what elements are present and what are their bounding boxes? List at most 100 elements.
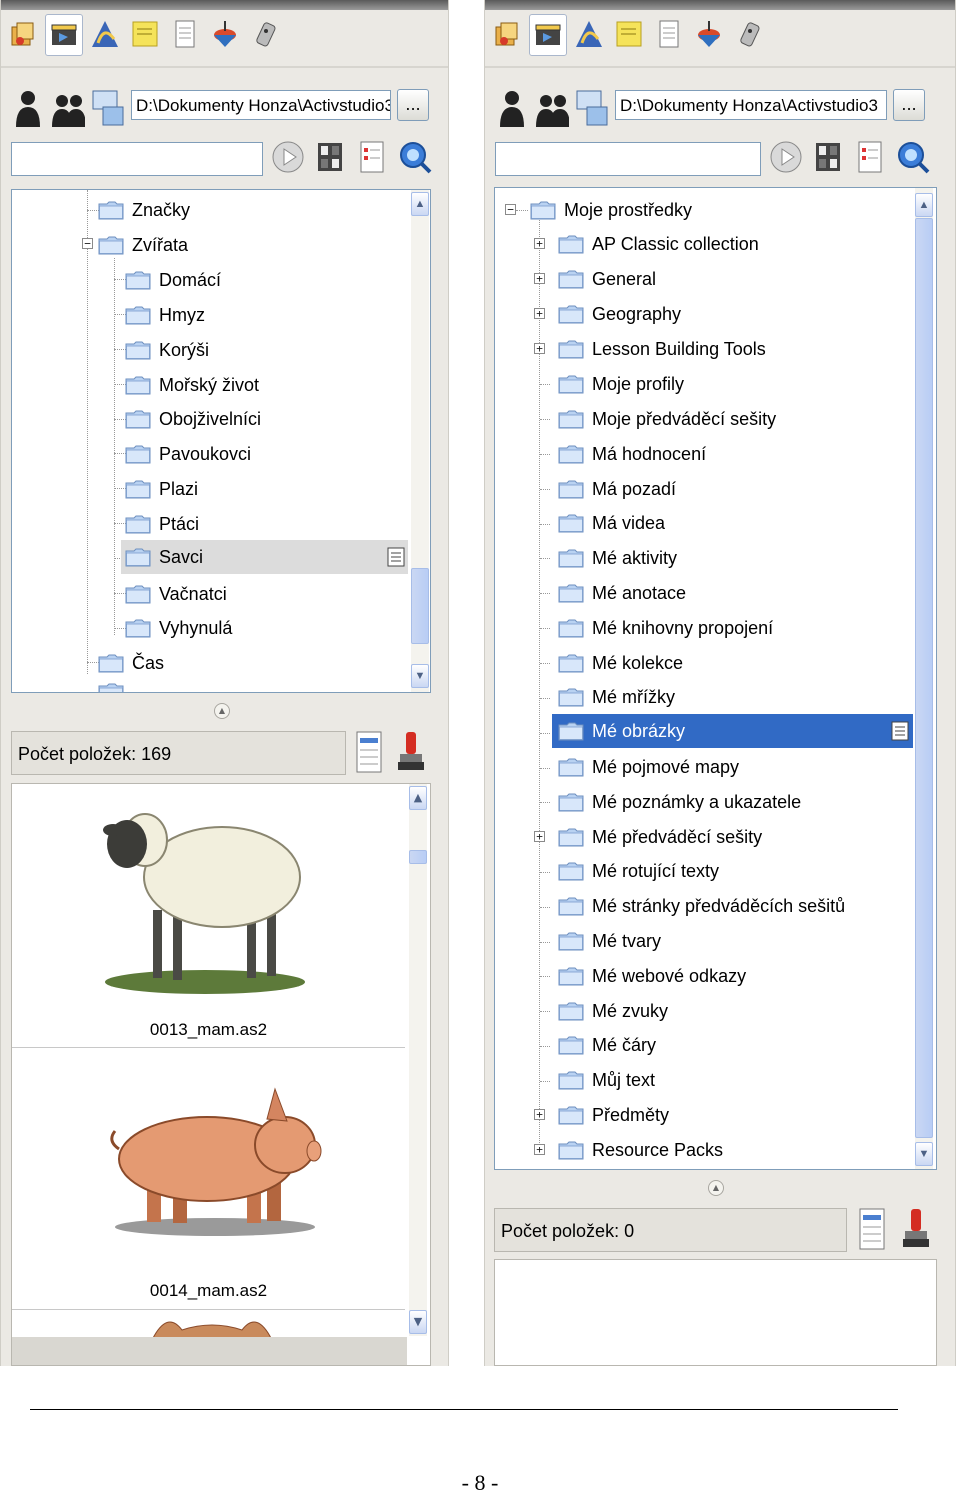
tree-item[interactable]: Plazi [125,472,198,506]
properties-list-icon[interactable] [353,730,385,778]
tree-item[interactable]: Má pozadí [558,472,676,506]
expand-toggle[interactable]: + [534,1109,545,1120]
tree-item[interactable]: Mé zvuky [558,994,668,1028]
scroll-thumb[interactable] [411,568,429,644]
tree-scrollbar[interactable]: ▲ ▼ [411,190,429,692]
tree-item[interactable]: Vyhynulá [125,611,232,645]
splitter-collapse-icon[interactable]: ▲ [708,1180,724,1196]
tree-item[interactable]: Zvířata [98,228,188,262]
user-icon[interactable] [11,83,45,127]
calculator-icon[interactable] [313,140,347,178]
tree-item[interactable]: Obojživelníci [125,402,261,436]
expand-toggle[interactable]: + [534,1144,545,1155]
tree-item[interactable]: Korýši [125,333,209,367]
collapse-toggle[interactable]: − [82,238,93,249]
computer-icon[interactable] [575,83,609,127]
writing-icon[interactable] [571,14,607,54]
tree-item[interactable]: Mé aktivity [558,541,677,575]
tree-item[interactable]: Ptáci [125,507,199,541]
tree-item[interactable]: Mé stránky předváděcích sešitů [558,889,845,923]
tree-item[interactable]: Mé kolekce [558,646,683,680]
checklist-icon[interactable] [853,140,887,178]
tree-item-selected[interactable]: Mé obrázky [552,714,913,748]
splitter-collapse-icon[interactable]: ▲ [214,703,230,719]
remote-control-icon[interactable] [247,14,283,54]
document-icon[interactable] [167,14,203,54]
spinning-top-icon[interactable] [691,14,727,54]
tree-item[interactable]: Mé poznámky a ukazatele [558,785,801,819]
tree-item[interactable]: Moje předváděcí sešity [558,402,776,436]
tree-item[interactable]: General [558,262,656,296]
tree-item[interactable]: Mé anotace [558,576,686,610]
browse-button[interactable]: ... [893,89,925,121]
tree-item[interactable]: Hmyz [125,298,205,332]
tree-item[interactable]: Mé předváděcí sešity [558,820,762,854]
tree-item[interactable]: Geography [558,297,681,331]
scroll-thumb[interactable] [915,218,933,1138]
list-item[interactable]: 0014_mam.as2 [12,1047,405,1310]
properties-icon[interactable] [386,547,406,567]
media-icon[interactable] [529,14,567,56]
tree-item[interactable]: Lesson Building Tools [558,332,766,366]
resources-icon[interactable] [5,14,41,54]
stamp-icon[interactable] [395,730,427,778]
tree-item[interactable]: Mé tvary [558,924,661,958]
tree-item[interactable]: Resource Packs [558,1133,723,1167]
sticky-note-icon[interactable] [611,14,647,54]
tree-item-root[interactable]: Moje prostředky [530,193,692,227]
properties-icon[interactable] [890,721,910,741]
scroll-down-icon[interactable]: ▼ [915,1142,933,1166]
group-icon[interactable] [535,83,569,127]
tree-item[interactable]: Moje profily [558,367,684,401]
resources-icon[interactable] [489,14,525,54]
user-icon[interactable] [495,83,529,127]
search-input[interactable] [11,142,263,176]
expand-toggle[interactable]: + [534,343,545,354]
writing-icon[interactable] [87,14,123,54]
tree-item[interactable]: Můj text [558,1063,655,1097]
tree-item[interactable]: Mé webové odkazy [558,959,746,993]
scroll-thumb[interactable] [409,850,427,864]
search-icon[interactable] [397,139,433,179]
scroll-down-icon[interactable]: ▼ [411,664,429,688]
tree-item[interactable]: Domácí [125,263,221,297]
tree-item[interactable]: AP Classic collection [558,227,759,261]
tree-item[interactable]: Má videa [558,506,665,540]
scroll-up-icon[interactable]: ▲ [915,193,933,217]
collapse-toggle[interactable]: − [505,204,516,215]
list-scrollbar[interactable]: ▲ ▼ [409,784,427,1336]
search-input[interactable] [495,142,761,176]
tree-item[interactable]: Značky [98,193,190,227]
go-icon[interactable] [769,140,803,178]
tree-item[interactable]: Mé rotující texty [558,854,719,888]
tree-item-selected[interactable]: Savci [121,540,408,574]
stamp-icon[interactable] [900,1207,932,1255]
computer-icon[interactable] [91,83,125,127]
tree-item[interactable]: Mé pojmové mapy [558,750,739,784]
tree-item[interactable]: Mé knihovny propojení [558,611,773,645]
tree-item[interactable]: Pavoukovci [125,437,251,471]
properties-list-icon[interactable] [856,1207,888,1255]
list-item[interactable]: 0013_mam.as2 [12,784,405,1048]
tree-item[interactable]: Mé mřížky [558,680,675,714]
sticky-note-icon[interactable] [127,14,163,54]
media-icon[interactable] [45,14,83,56]
spinning-top-icon[interactable] [207,14,243,54]
tree-item[interactable]: Předměty [558,1098,669,1132]
expand-toggle[interactable]: + [534,831,545,842]
calculator-icon[interactable] [811,140,845,178]
go-icon[interactable] [271,140,305,178]
remote-control-icon[interactable] [731,14,767,54]
search-icon[interactable] [895,139,931,179]
scroll-up-icon[interactable]: ▲ [409,786,427,810]
tree-item[interactable]: Mé čáry [558,1028,656,1062]
checklist-icon[interactable] [355,140,389,178]
path-field[interactable]: D:\Dokumenty Honza\Activstudio3 [615,90,887,120]
tree-item[interactable]: Mořský život [125,368,259,402]
tree-item[interactable]: Čas [98,646,164,680]
expand-toggle[interactable]: + [534,308,545,319]
tree-item[interactable]: Má hodnocení [558,437,706,471]
browse-button[interactable]: ... [397,89,429,121]
expand-toggle[interactable]: + [534,273,545,284]
scroll-up-icon[interactable]: ▲ [411,192,429,216]
